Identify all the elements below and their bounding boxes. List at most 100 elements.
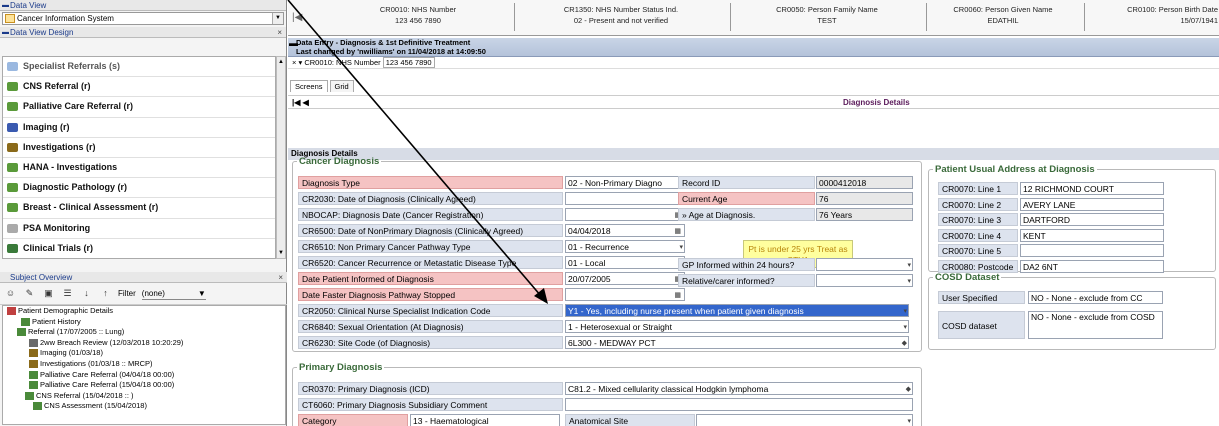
first-record-icon[interactable]: |◀: [292, 12, 302, 23]
close-icon[interactable]: ×: [278, 272, 283, 283]
chevron-down-icon[interactable]: ▼: [198, 287, 206, 300]
chevron-down-icon[interactable]: ▼: [272, 13, 283, 24]
cancer-diagnosis-field[interactable]: 02 - Non-Primary Diagno▾: [565, 176, 685, 189]
chevron-down-icon[interactable]: ▾: [907, 275, 911, 286]
address-label: CR0070: Line 3: [938, 213, 1018, 226]
category-select[interactable]: 13 - Haematological: [410, 414, 560, 426]
chevron-down-icon[interactable]: ▾: [903, 305, 907, 316]
cancer-diagnosis-field[interactable]: 01 - Recurrence ▾: [565, 240, 685, 253]
design-item[interactable]: Specialist Referrals (s): [3, 57, 275, 78]
tree-node-icon: [33, 402, 42, 411]
address-field[interactable]: DARTFORD: [1020, 213, 1164, 226]
anatomical-site-select[interactable]: ▾: [696, 414, 913, 426]
patient-icon[interactable]: ☺: [4, 287, 17, 300]
tree-node[interactable]: Patient History: [3, 317, 285, 328]
cosd-dataset-label: COSD dataset: [938, 311, 1025, 339]
cancer-diagnosis-label: CR6500: Date of NonPrimary Diagnosis (Cl…: [298, 224, 563, 237]
design-item[interactable]: Imaging (r): [3, 118, 275, 138]
design-item[interactable]: HANA - Investigations: [3, 158, 275, 179]
view-tabs: Screens Grid: [288, 80, 354, 92]
cancer-diagnosis-label: Date Patient Informed of Diagnosis: [298, 272, 563, 285]
relative-informed-select[interactable]: ▾: [816, 274, 913, 287]
collapse-icon[interactable]: ▬: [2, 0, 9, 11]
close-icon[interactable]: ×: [277, 27, 282, 38]
tree-node[interactable]: Investigations (01/03/18 :: MRCP): [3, 359, 285, 370]
address-field[interactable]: 12 RICHMOND COURT: [1020, 182, 1164, 195]
chevron-down-icon[interactable]: ▾: [907, 259, 911, 270]
chevron-down-icon[interactable]: ◆: [902, 337, 907, 348]
design-item[interactable]: Palliative Care Referral (r): [3, 97, 275, 118]
design-item[interactable]: PSA Monitoring: [3, 219, 275, 239]
psa-icon: [7, 223, 18, 233]
filter-select[interactable]: (none) ▼: [141, 287, 206, 300]
cancer-diagnosis-label: CR2030: Date of Diagnosis (Clinically Ag…: [298, 192, 563, 205]
data-view-select[interactable]: Cancer Information System ▼: [2, 12, 284, 25]
collapse-icon[interactable]: ▬: [2, 27, 9, 38]
tree-node[interactable]: Palliative Care Referral (04/04/18 00:00…: [3, 370, 285, 381]
design-scrollbar[interactable]: ▲ ▼: [276, 56, 286, 259]
cancer-diagnosis-field[interactable]: Y1 - Yes, including nurse present when p…: [565, 304, 909, 317]
cancer-diagnosis-label: CR2050: Clinical Nurse Specialist Indica…: [298, 304, 563, 317]
scroll-down-icon[interactable]: ▼: [277, 248, 285, 258]
gp-informed-select[interactable]: ▾: [816, 258, 913, 271]
tree-node[interactable]: CNS Referral (15/04/2018 :: ): [3, 391, 285, 402]
cancer-diagnosis-field[interactable]: 1 - Heterosexual or Straight ▾: [565, 320, 909, 333]
address-field[interactable]: DA2 6NT: [1020, 259, 1164, 273]
cosd-user-select[interactable]: NO - None - exclude from CC: [1028, 291, 1163, 304]
data-view-header[interactable]: ▬ Data View: [0, 0, 286, 11]
design-item[interactable]: Clinical Trials (r): [3, 239, 275, 258]
address-field[interactable]: KENT: [1020, 228, 1164, 242]
cancer-diagnosis-field[interactable]: 20/07/2005▦: [565, 272, 685, 285]
address-label: CR0070: Line 1: [938, 182, 1018, 195]
cancer-diagnosis-label: Date Faster Diagnosis Pathway Stopped: [298, 288, 563, 301]
first-record-icon[interactable]: |◀ ◀: [292, 96, 309, 110]
calendar-icon[interactable]: ▦: [674, 289, 681, 300]
filter-label: Filter: [118, 289, 136, 298]
referral-icon: [7, 203, 18, 213]
referral-icon[interactable]: ✎: [23, 287, 36, 300]
chevron-down-icon[interactable]: ▾: [903, 321, 907, 332]
cancer-system-icon: [5, 14, 15, 26]
calendar-icon[interactable]: ▦: [674, 225, 681, 236]
primary-icd-select[interactable]: C81.2 - Mixed cellularity classical Hodg…: [565, 382, 913, 395]
cancer-diagnosis-field[interactable]: [565, 192, 685, 205]
referral-icon: [7, 82, 18, 92]
tab-screens[interactable]: Screens: [290, 80, 328, 92]
list-icon[interactable]: ☰: [61, 287, 74, 300]
chevron-down-icon[interactable]: ◆: [906, 383, 911, 394]
tree-node[interactable]: Patient Demographic Details: [3, 306, 285, 317]
tree-node[interactable]: CNS Assessment (15/04/2018): [3, 401, 285, 412]
cancer-diagnosis-field[interactable]: ▦: [565, 288, 685, 301]
chevron-down-icon[interactable]: ▾: [298, 58, 302, 67]
tree-node[interactable]: 2ww Breach Review (12/03/2018 10:20:29): [3, 338, 285, 349]
subject-overview-header[interactable]: Subject Overview ×: [0, 272, 287, 283]
tree-node-icon: [29, 359, 38, 368]
design-item[interactable]: Breast - Clinical Assessment (r): [3, 198, 275, 219]
primary-comment-input[interactable]: [565, 398, 913, 411]
sort-desc-icon[interactable]: ↑: [99, 287, 112, 300]
scroll-up-icon[interactable]: ▲: [277, 57, 285, 67]
address-field[interactable]: AVERY LANE: [1020, 197, 1164, 211]
close-icon[interactable]: ×: [292, 58, 296, 67]
cancer-diagnosis-field[interactable]: 01 - Local▾: [565, 256, 685, 269]
cancer-diagnosis-field[interactable]: 6L300 - MEDWAY PCT ◆: [565, 336, 909, 349]
cancer-diagnosis-field[interactable]: 04/04/2018 ▦: [565, 224, 685, 237]
design-item[interactable]: Investigations (r): [3, 138, 275, 158]
gp-informed-label: GP Informed within 24 hours?: [678, 258, 815, 271]
tree-node[interactable]: Referral (17/07/2005 :: Lung): [3, 327, 285, 338]
sort-asc-icon[interactable]: ↓: [80, 287, 93, 300]
cosd-dataset-select[interactable]: NO - None - exclude from COSD: [1028, 311, 1163, 339]
address-field[interactable]: [1020, 244, 1164, 257]
save-icon[interactable]: ▣: [42, 287, 55, 300]
design-item[interactable]: Diagnostic Pathology (r): [3, 178, 275, 199]
collapse-icon[interactable]: ▬: [289, 39, 298, 48]
cancer-diagnosis-field[interactable]: ▦: [565, 208, 685, 221]
design-item[interactable]: CNS Referral (r): [3, 77, 275, 98]
tree-node-icon: [29, 338, 38, 347]
chevron-down-icon[interactable]: ▾: [679, 241, 683, 252]
data-view-design-header[interactable]: ▬ Data View Design ×: [0, 27, 286, 38]
tree-node[interactable]: Imaging (01/03/18): [3, 348, 285, 359]
tree-node[interactable]: Palliative Care Referral (15/04/18 00:00…: [3, 380, 285, 391]
chevron-down-icon[interactable]: ▾: [907, 415, 911, 426]
tab-grid[interactable]: Grid: [329, 80, 354, 92]
